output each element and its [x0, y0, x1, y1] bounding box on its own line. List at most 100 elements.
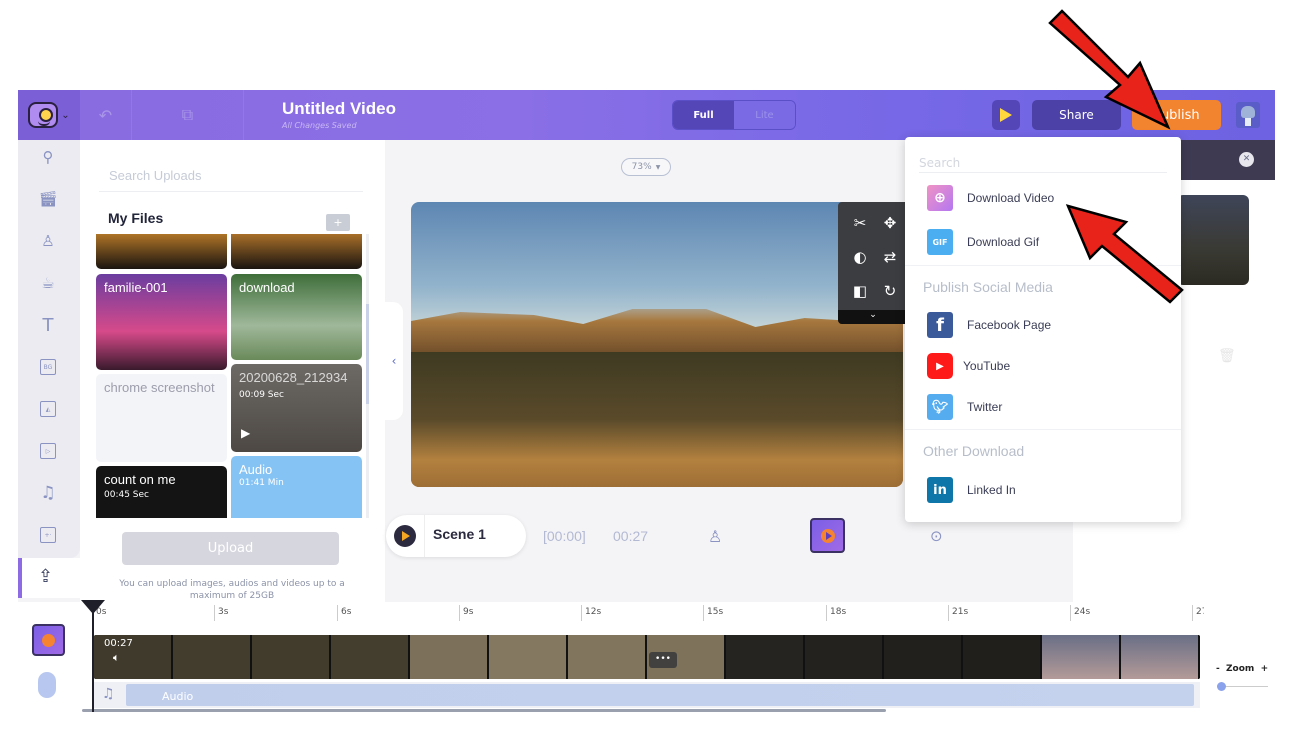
menu-youtube[interactable]: ▶ YouTube [927, 352, 1010, 380]
tick-label: 24s [1070, 605, 1090, 621]
rail-images[interactable]: ◭ [37, 398, 59, 420]
menu-download-gif[interactable]: GIF Download Gif [927, 228, 1039, 256]
rail-props[interactable]: ☕︎ [37, 272, 59, 294]
clip-more-button[interactable]: ••• [649, 652, 677, 668]
tick-label: 6s [337, 605, 351, 621]
audio-clip[interactable]: Audio [126, 684, 1194, 706]
youtube-icon: ▶ [927, 353, 953, 379]
files-scrollbar[interactable] [366, 234, 369, 518]
close-icon[interactable]: ✕ [1239, 152, 1254, 167]
file-name: download [239, 280, 295, 295]
audio-track[interactable]: ♫ Audio [94, 682, 1200, 708]
playhead[interactable] [81, 600, 105, 712]
rail-uploads[interactable]: ⇪ [18, 558, 80, 598]
upload-button[interactable]: Upload [122, 532, 339, 565]
file-tile[interactable]: Audio 01:41 Min [231, 456, 362, 518]
file-tile[interactable] [96, 234, 227, 269]
file-tile[interactable]: chrome screenshot [96, 374, 227, 462]
zoom-in-button[interactable]: + [1261, 664, 1269, 674]
menu-twitter[interactable]: 🐦︎ Twitter [927, 393, 1002, 421]
divider [424, 515, 425, 557]
timeline-tools [18, 602, 80, 712]
character-icon[interactable]: ♙ [708, 527, 722, 546]
rail-text[interactable]: T [37, 314, 59, 336]
rail-effects[interactable]: +· [37, 524, 59, 546]
file-tile[interactable] [231, 234, 362, 269]
rail-videos[interactable]: ▷ [37, 440, 59, 462]
menu-facebook[interactable]: f Facebook Page [927, 311, 1051, 339]
contrast-icon[interactable]: ◐ [850, 248, 870, 266]
user-avatar[interactable] [1236, 102, 1260, 128]
menu-download-video[interactable]: ⊕ Download Video [927, 184, 1054, 212]
publish-search-input[interactable]: Search [919, 151, 1167, 173]
mode-full-button[interactable]: Full [673, 101, 734, 129]
tool-rail: ⚲ 🎬︎ ♙ ☕︎ T BG ◭ ▷ ♫ +· [18, 140, 80, 558]
search-uploads-input[interactable]: Search Uploads [99, 152, 363, 192]
video-title[interactable]: Untitled Video [282, 99, 396, 119]
annotation-arrow-publish [1048, 9, 1171, 130]
menu-label: Linked In [967, 483, 1016, 497]
toolbox-expand-button[interactable]: ⌄ [838, 310, 908, 324]
add-voiceover-icon[interactable] [38, 672, 56, 698]
video-canvas[interactable] [411, 202, 903, 487]
rail-search[interactable]: ⚲ [37, 146, 59, 168]
file-tile[interactable]: download [231, 274, 362, 360]
swap-icon[interactable]: ⇄ [880, 248, 900, 266]
upload-icon: ⇪ [38, 566, 54, 587]
focus-icon[interactable]: ⊙ [930, 527, 943, 545]
rail-music[interactable]: ♫ [37, 482, 59, 504]
video-track[interactable] [94, 635, 1200, 679]
tick-label: 9s [459, 605, 473, 621]
file-tile[interactable]: familie-001 [96, 274, 227, 370]
canvas-zoom-select[interactable]: 73% ▼ [621, 158, 671, 176]
video-track-icon[interactable] [32, 624, 65, 656]
zoom-slider-handle[interactable] [1217, 682, 1226, 691]
tick-label: 12s [581, 605, 601, 621]
scene-duration[interactable]: 00:27 [613, 528, 648, 544]
scene-start-time: [00:00] [543, 528, 586, 544]
file-duration: 00:09 Sec [239, 390, 284, 400]
track-frame [963, 635, 1042, 679]
duplicate-icon: ⧉ [181, 105, 194, 124]
file-tile[interactable]: count on me 00:45 Sec [96, 466, 227, 518]
new-folder-button[interactable]: + [326, 214, 350, 231]
publish-menu: Search ⊕ Download Video GIF Download Gif… [905, 137, 1181, 522]
rail-background[interactable]: BG [37, 356, 59, 378]
app-menu-button[interactable]: ⌄ [18, 90, 80, 140]
video-clip-icon[interactable] [810, 518, 845, 553]
chevron-down-icon: ⌄ [61, 109, 70, 121]
zoom-out-button[interactable]: - [1216, 664, 1220, 674]
duplicate-button[interactable]: ⧉ [132, 90, 244, 140]
rail-characters[interactable]: ♙ [37, 230, 59, 252]
search-icon: ⚲ [42, 148, 54, 166]
file-name: Audio [239, 462, 273, 477]
mode-lite-button[interactable]: Lite [734, 101, 795, 129]
volume-icon[interactable]: 🔈︎ [113, 651, 120, 665]
menu-label: Twitter [967, 400, 1003, 414]
undo-button[interactable]: ↶ [80, 90, 132, 140]
trash-icon[interactable]: 🗑︎ [1218, 348, 1236, 364]
move-icon[interactable]: ✥ [880, 214, 900, 232]
timeline-scrollbar[interactable] [82, 709, 886, 712]
clip-duration: 00:27 [104, 638, 133, 649]
scene-name[interactable]: Scene 1 [433, 526, 486, 542]
timeline-ruler[interactable]: 0s 3s 6s 9s 12s 15s 18s 21s 24s 27s [92, 602, 1204, 632]
flip-icon[interactable]: ◧ [850, 282, 870, 300]
scissors-icon[interactable]: ✂ [850, 214, 870, 232]
element-toolbox: ✂ ✥ ◐ ⇄ ◧ ↻ ⌄ [838, 202, 908, 324]
file-name: count on me [104, 472, 176, 487]
file-tile[interactable]: 20200628_212934 00:09 Sec ▶ [231, 364, 362, 452]
menu-linkedin[interactable]: in Linked In [927, 476, 1016, 504]
track-frame [884, 635, 963, 679]
rail-scenes[interactable]: 🎬︎ [37, 188, 59, 210]
chevron-left-icon: ‹ [391, 354, 397, 368]
scene-play-button[interactable] [394, 525, 416, 547]
menu-label: Facebook Page [967, 318, 1052, 332]
canvas-zoom-value: 73% [631, 162, 652, 172]
preview-play-button[interactable] [992, 100, 1020, 130]
music-icon: ♫ [40, 483, 56, 503]
logo-icon [28, 102, 59, 128]
menu-label: YouTube [963, 359, 1011, 373]
collapse-panel-button[interactable]: ‹ [385, 302, 403, 420]
rotate-icon[interactable]: ↻ [880, 282, 900, 300]
